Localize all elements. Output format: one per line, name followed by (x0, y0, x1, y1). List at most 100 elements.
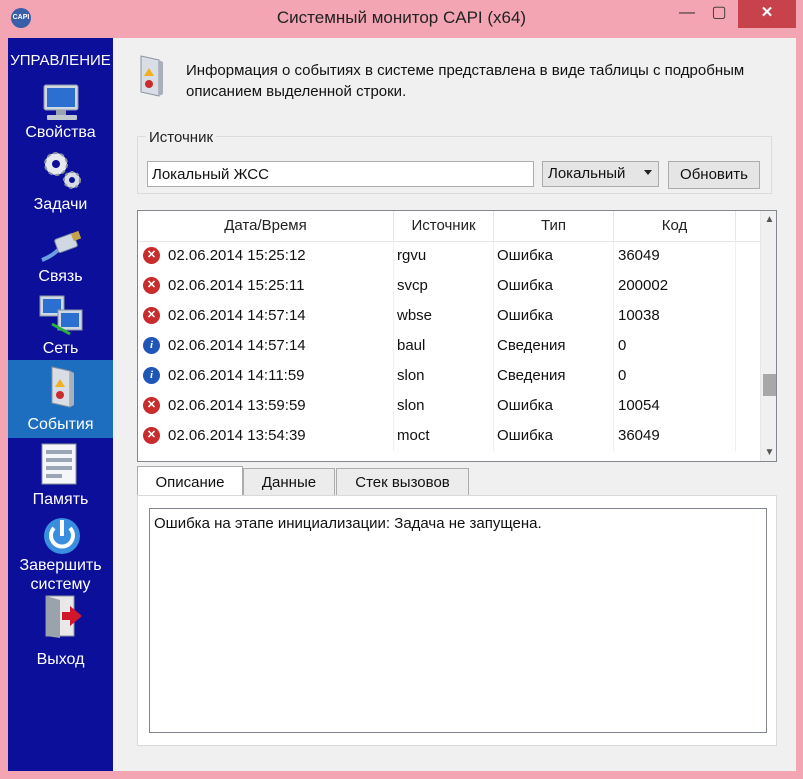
cell-code: 0 (614, 331, 736, 361)
sidebar-item-network[interactable]: Сеть (8, 292, 113, 360)
cell-text: 36049 (618, 427, 660, 444)
tab-data[interactable]: Данные (243, 468, 335, 495)
cell-source: slon (394, 391, 494, 421)
description-text[interactable]: Ошибка на этапе инициализации: Задача не… (149, 508, 767, 733)
error-icon: ✕ (143, 247, 160, 264)
power-icon (44, 518, 80, 554)
memory-dump-icon (41, 443, 77, 485)
cell-type: Ошибка (494, 421, 614, 451)
cell-datetime: i 02.06.2014 14:11:59 (138, 361, 394, 391)
cell-text: Ошибка (497, 307, 553, 324)
table-row[interactable]: ✕ 02.06.2014 14:57:14 wbse Ошибка 10038 (138, 301, 760, 331)
sidebar-item-exit[interactable]: Выход (8, 594, 113, 674)
table-row[interactable]: i 02.06.2014 14:11:59 slon Сведения 0 (138, 361, 760, 391)
gears-icon (44, 152, 81, 189)
cell-type: Ошибка (494, 271, 614, 301)
chevron-down-icon (644, 170, 652, 175)
cell-text: Ошибка (497, 247, 553, 264)
scroll-up-icon[interactable]: ▲ (761, 211, 776, 228)
tab-panel: Ошибка на этапе инициализации: Задача не… (137, 495, 777, 746)
cell-text: baul (397, 337, 426, 354)
sidebar-item-label: События (27, 416, 94, 433)
cell-text: 02.06.2014 15:25:12 (168, 247, 306, 264)
sidebar-item-properties[interactable]: Свойства (8, 78, 113, 148)
window-content: УПРАВЛЕНИЕ Свойства Задачи Связь Сеть Со… (8, 38, 796, 771)
cell-text: 02.06.2014 15:25:11 (168, 277, 305, 294)
cell-text: slon (397, 367, 425, 384)
computer-icon (43, 84, 79, 120)
cell-type: Ошибка (494, 241, 614, 271)
main-panel: Информация о событиях в системе представ… (113, 38, 796, 771)
sidebar-item-shutdown[interactable]: Завершить системy (8, 512, 113, 594)
cell-datetime: ✕ 02.06.2014 13:54:39 (138, 421, 394, 451)
cell-text: 0 (618, 337, 627, 354)
cell-text: 02.06.2014 13:54:39 (168, 427, 306, 444)
cell-code: 200002 (614, 271, 736, 301)
cell-type: Ошибка (494, 391, 614, 421)
sidebar-item-events[interactable]: События (8, 360, 113, 438)
cell-text: wbse (397, 307, 433, 324)
cell-type: Ошибка (494, 301, 614, 331)
cell-text: slon (397, 397, 425, 414)
sidebar-item-tasks[interactable]: Задачи (8, 148, 113, 220)
cell-text: 36049 (618, 247, 660, 264)
network-cable-icon (41, 230, 82, 262)
tab-description[interactable]: Описание (137, 466, 243, 496)
cell-code: 10054 (614, 391, 736, 421)
source-select-value: Локальный (548, 165, 626, 182)
cell-code: 10038 (614, 301, 736, 331)
table-row[interactable]: ✕ 02.06.2014 15:25:11 svcp Ошибка 200002 (138, 271, 760, 301)
title-bar: CAPI Системный монитор CAPI (x64) — ▢ ✕ (0, 0, 803, 38)
table-row[interactable]: i 02.06.2014 14:57:14 baul Сведения 0 (138, 331, 760, 361)
minimize-button[interactable]: — (672, 0, 702, 28)
cell-text: 0 (618, 367, 627, 384)
table-row[interactable]: ✕ 02.06.2014 13:54:39 moct Ошибка 36049 (138, 421, 760, 451)
cell-text: rgvu (397, 247, 427, 264)
table-header: Дата/Время Источник Тип Код (138, 211, 760, 242)
column-header-datetime[interactable]: Дата/Время (138, 211, 394, 241)
error-icon: ✕ (143, 397, 160, 414)
cell-text: Сведения (497, 367, 566, 384)
table-row[interactable]: ✕ 02.06.2014 15:25:12 rgvu Ошибка 36049 (138, 241, 760, 271)
sidebar-item-label: Завершить системy (19, 557, 102, 593)
column-header-source[interactable]: Источник (394, 211, 494, 241)
cell-source: baul (394, 331, 494, 361)
cell-type: Сведения (494, 361, 614, 391)
cell-text: 02.06.2014 14:57:14 (168, 307, 306, 324)
sidebar: УПРАВЛЕНИЕ Свойства Задачи Связь Сеть Со… (8, 38, 113, 771)
cell-code: 36049 (614, 421, 736, 451)
sidebar-item-label: Связь (38, 268, 83, 285)
column-header-code[interactable]: Код (614, 211, 736, 241)
cell-text: Ошибка (497, 277, 553, 294)
sidebar-item-memory[interactable]: Память (8, 438, 113, 512)
sidebar-item-label: Выход (36, 651, 85, 668)
close-button[interactable]: ✕ (738, 0, 796, 28)
scroll-down-icon[interactable]: ▼ (761, 444, 776, 461)
table-row[interactable]: ✕ 02.06.2014 13:59:59 slon Ошибка 10054 (138, 391, 760, 421)
cell-text: Ошибка (497, 427, 553, 444)
maximize-button[interactable]: ▢ (704, 0, 734, 28)
cell-datetime: i 02.06.2014 14:57:14 (138, 331, 394, 361)
sidebar-item-label: Сеть (42, 340, 79, 357)
app-window: CAPI Системный монитор CAPI (x64) — ▢ ✕ … (0, 0, 803, 779)
refresh-button[interactable]: Обновить (668, 161, 760, 189)
cell-text: 02.06.2014 14:11:59 (168, 367, 305, 384)
sidebar-item-link[interactable]: Связь (8, 220, 113, 292)
tab-call-stack[interactable]: Стек вызовов (336, 468, 469, 495)
column-header-type[interactable]: Тип (494, 211, 614, 241)
events-table: Дата/Время Источник Тип Код ✕ 02.06.2014 … (137, 210, 777, 462)
cell-text: 10054 (618, 397, 660, 414)
sidebar-item-label: Память (32, 491, 89, 508)
cell-text: 200002 (618, 277, 669, 294)
event-log-icon (51, 366, 74, 408)
cell-datetime: ✕ 02.06.2014 13:59:59 (138, 391, 394, 421)
vertical-scrollbar[interactable]: ▲ ▼ (760, 211, 776, 461)
cell-datetime: ✕ 02.06.2014 15:25:12 (138, 241, 394, 271)
scrollbar-thumb[interactable] (763, 374, 776, 396)
source-select[interactable]: Локальный (542, 161, 659, 187)
source-input[interactable] (147, 161, 534, 187)
cell-code: 0 (614, 361, 736, 391)
info-icon: i (143, 367, 160, 384)
error-icon: ✕ (143, 307, 160, 324)
sidebar-item-label: Свойства (25, 124, 96, 141)
